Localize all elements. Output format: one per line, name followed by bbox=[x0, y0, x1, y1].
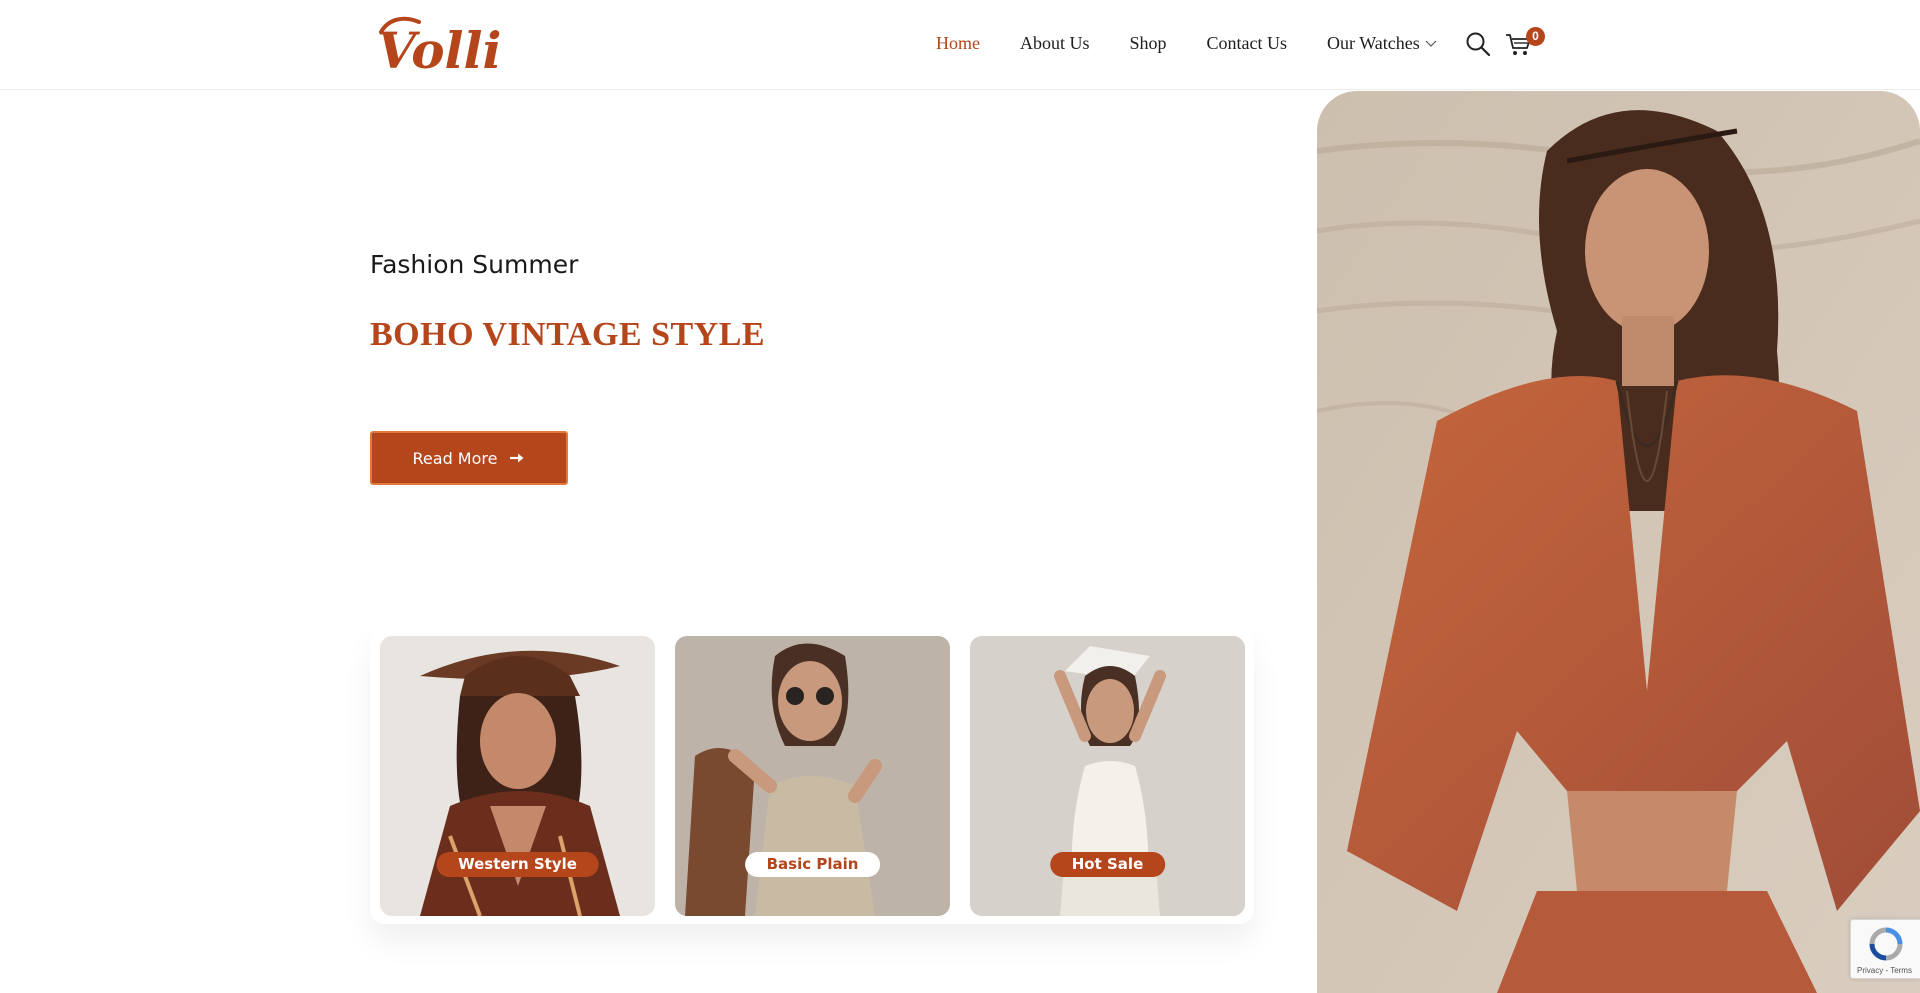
hero-image bbox=[1317, 91, 1920, 993]
recaptcha-badge[interactable]: Privacy - Terms bbox=[1850, 919, 1920, 979]
brand-logo[interactable]: Volliv bbox=[375, 12, 500, 76]
recaptcha-icon bbox=[1869, 927, 1903, 961]
nav-item-home[interactable]: Home bbox=[936, 33, 980, 54]
read-more-button[interactable]: Read More bbox=[370, 431, 568, 485]
nav-item-about-us[interactable]: About Us bbox=[1020, 33, 1090, 54]
nav-item-our-watches[interactable]: Our Watches bbox=[1327, 33, 1437, 54]
hero-title: BOHO VINTAGE STYLE bbox=[370, 316, 766, 353]
nav-item-shop[interactable]: Shop bbox=[1130, 33, 1167, 54]
arrow-right-icon bbox=[510, 453, 524, 463]
hero-subtitle: Fashion Summer bbox=[370, 250, 579, 279]
nav-item-contact-us[interactable]: Contact Us bbox=[1207, 33, 1288, 54]
category-label: Basic Plain bbox=[744, 852, 881, 877]
search-icon[interactable] bbox=[1465, 31, 1491, 57]
category-card-basic-plain[interactable]: Basic Plain bbox=[675, 636, 950, 916]
cart-count-badge: 0 bbox=[1526, 27, 1545, 46]
site-header: Volliv Home About Us Shop Contact Us Our… bbox=[0, 0, 1920, 90]
nav-item-our-watches-label: Our Watches bbox=[1327, 33, 1420, 53]
recaptcha-links[interactable]: Privacy - Terms bbox=[1857, 966, 1912, 975]
category-label: Western Style bbox=[436, 852, 599, 877]
category-label: Hot Sale bbox=[1049, 852, 1166, 877]
category-card-western-style[interactable]: Western Style bbox=[380, 636, 655, 916]
category-cards: Western Style Basic Plain Hot Sale bbox=[370, 627, 1254, 924]
category-card-hot-sale[interactable]: Hot Sale bbox=[970, 636, 1245, 916]
main-nav: Home About Us Shop Contact Us Our Watche… bbox=[936, 33, 1477, 54]
read-more-label: Read More bbox=[412, 448, 498, 468]
svg-text:Volliv: Volliv bbox=[377, 21, 500, 76]
chevron-down-icon bbox=[1425, 40, 1437, 47]
